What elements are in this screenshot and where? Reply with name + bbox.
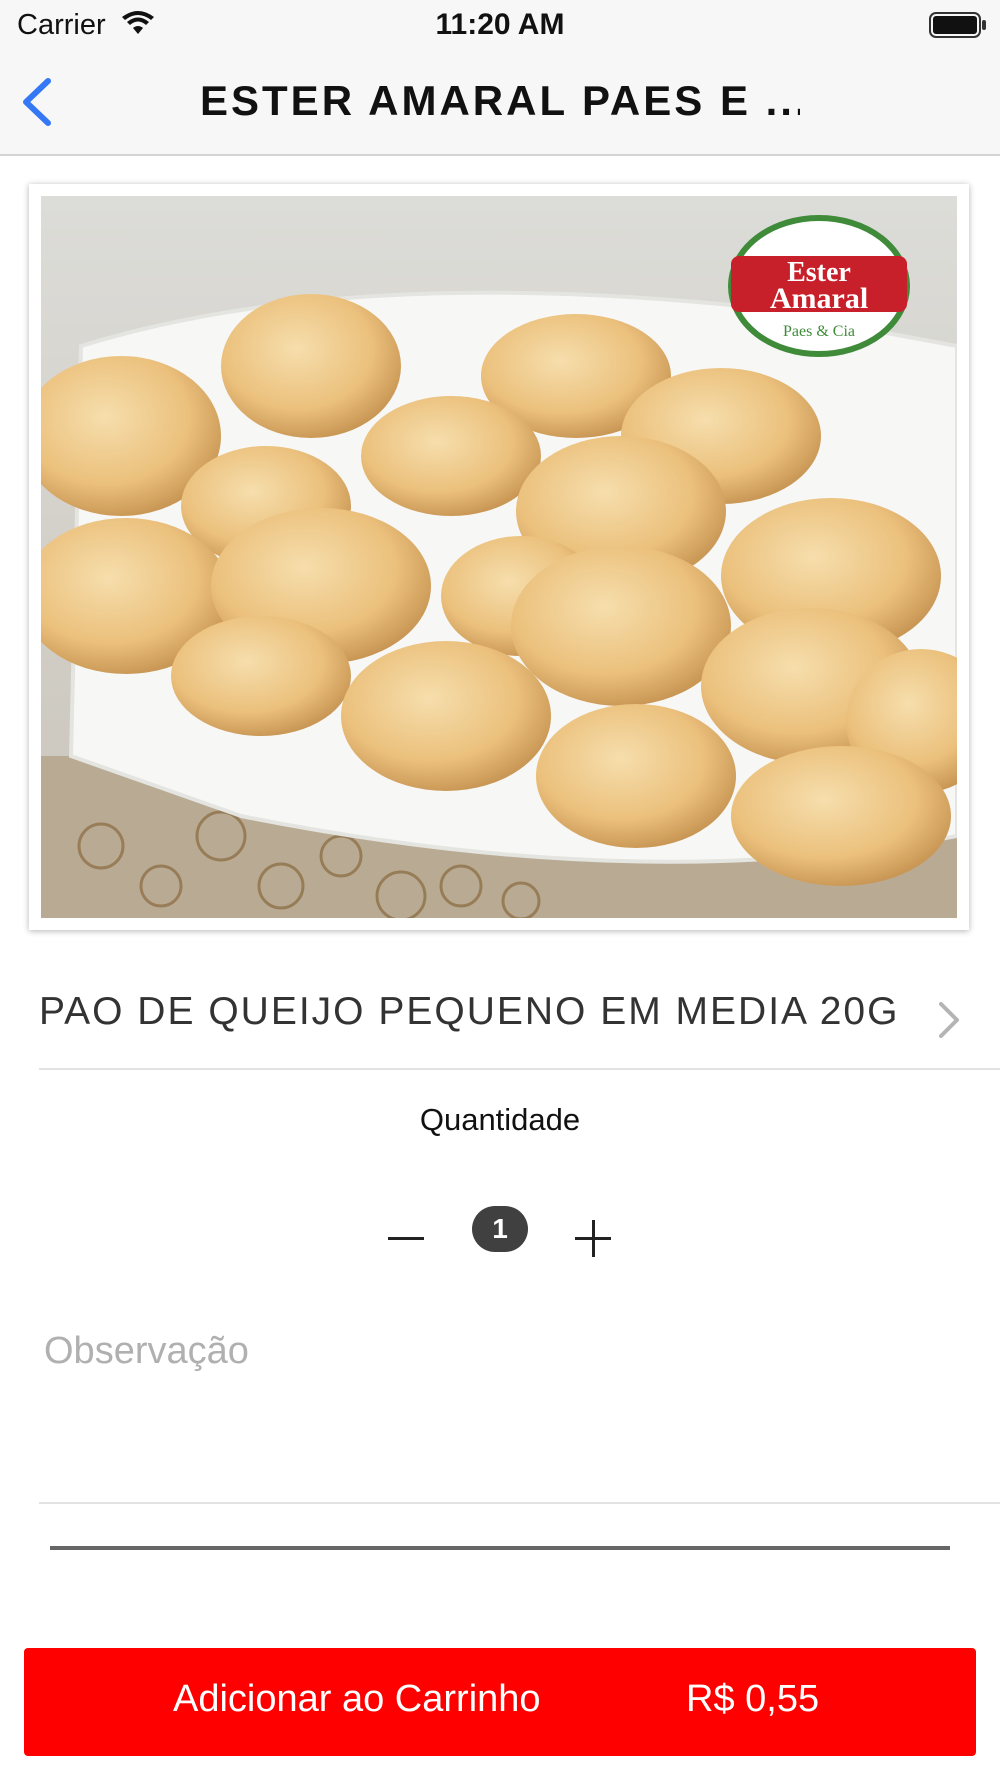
clock: 11:20 AM <box>435 8 565 41</box>
navigation-bar: ESTER AMARAL PAES E ... <box>0 50 1000 156</box>
quantity-label: Quantidade <box>419 1102 581 1137</box>
product-name-row[interactable]: PAO DE QUEIJO PEQUENO EM MEDIA 20G <box>39 980 1000 1070</box>
product-image-card: Ester Amaral Paes & Cia <box>29 184 969 930</box>
brand-logo: Ester Amaral Paes & Cia <box>728 215 910 357</box>
quantity-value: 1 <box>472 1206 528 1252</box>
divider <box>50 1546 950 1550</box>
cart-price: R$ 0,55 <box>686 1678 820 1720</box>
plus-icon[interactable] <box>568 1214 618 1264</box>
status-bar: Carrier 11:20 AM <box>0 0 1000 50</box>
observation-field[interactable] <box>39 1310 1000 1504</box>
product-name: PAO DE QUEIJO PEQUENO EM MEDIA 20G <box>39 990 900 1033</box>
add-to-cart-button[interactable]: Adicionar ao Carrinho R$ 0,55 <box>24 1648 976 1756</box>
minus-icon[interactable] <box>380 1214 432 1264</box>
logo-line3: Paes & Cia <box>783 323 855 340</box>
chevron-right-icon <box>939 1002 959 1038</box>
page-title: ESTER AMARAL PAES E ... <box>200 77 800 124</box>
chevron-left-icon[interactable] <box>18 77 58 127</box>
add-to-cart-label: Adicionar ao Carrinho <box>173 1678 541 1720</box>
product-photo: Ester Amaral Paes & Cia <box>41 196 957 918</box>
logo-line2: Amaral <box>770 282 868 315</box>
battery-icon <box>929 12 986 38</box>
